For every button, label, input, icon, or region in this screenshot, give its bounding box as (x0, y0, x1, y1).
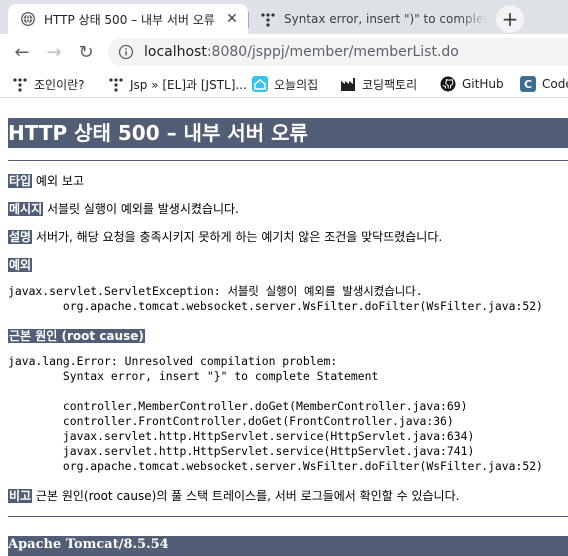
bookmark-label: 오늘의집 (274, 77, 319, 92)
divider (8, 160, 568, 161)
description-row: 설명 서버가, 해당 요청을 충족시키지 못하게 하는 예기치 않은 조건을 맞… (8, 229, 568, 245)
reload-button[interactable]: ↻ (74, 40, 98, 64)
type-label: 타입 (8, 174, 33, 188)
root-cause-label: 근본 원인 (root cause) (8, 329, 145, 343)
server-footer: Apache Tomcat/8.5.54 (8, 536, 568, 556)
bookmark-label: Code (542, 77, 568, 91)
bookmark-item[interactable]: C Code (520, 75, 568, 93)
bookmark-label: 코딩팩토리 (362, 77, 418, 92)
tab-syntax-error[interactable]: Syntax error, insert ")" to complete (250, 4, 488, 34)
bookmark-label: Jsp » [EL]과 [JSTL]... (130, 77, 247, 92)
description-label: 설명 (8, 230, 33, 244)
c-icon: C (520, 76, 536, 92)
browser-toolbar: ← → ↻ localhost:8080/jsppj/member/member… (0, 34, 568, 70)
message-row: 메시지 서블릿 실행이 예외를 발생시켰습니다. (8, 201, 568, 217)
bookmark-item[interactable]: Jsp » [EL]과 [JSTL]... (108, 75, 247, 93)
tab-title: Syntax error, insert ")" to complete (284, 12, 488, 26)
url-path: :8080/jsppj/member/memberList.do (206, 44, 459, 60)
exception-label: 예외 (8, 258, 33, 272)
github-icon (440, 76, 456, 92)
error-page: HTTP 상태 500 – 내부 서버 오류 타입 예외 보고 메시지 서블릿 … (8, 98, 568, 517)
url-host: localhost (144, 44, 207, 60)
info-icon[interactable] (118, 44, 134, 60)
type-row: 타입 예외 보고 (8, 173, 568, 189)
house-icon (252, 76, 268, 92)
tab-error-page[interactable]: HTTP 상태 500 – 내부 서버 오류 ✕ (8, 4, 248, 34)
dots-icon (260, 11, 276, 27)
exception-trace: javax.servlet.ServletException: 서블릿 실행이 … (8, 284, 543, 313)
tab-separator (248, 12, 249, 28)
factory-icon (340, 76, 356, 92)
bookmark-item[interactable]: GitHub (440, 75, 504, 93)
divider (8, 516, 568, 517)
dots-icon (12, 76, 28, 92)
tab-title: HTTP 상태 500 – 내부 서버 오류 (44, 12, 215, 27)
page-title: HTTP 상태 500 – 내부 서버 오류 (8, 118, 568, 148)
back-button[interactable]: ← (10, 40, 34, 64)
message-label: 메시지 (8, 202, 44, 216)
root-cause-trace: java.lang.Error: Unresolved compilation … (8, 354, 543, 473)
new-tab-button[interactable]: + (496, 5, 524, 33)
note-label: 비고 (8, 489, 33, 503)
tab-strip: HTTP 상태 500 – 내부 서버 오류 ✕ Syntax error, i… (0, 0, 568, 34)
globe-icon (20, 11, 36, 27)
forward-button[interactable]: → (42, 40, 66, 64)
note-value: 근본 원인(root cause)의 풀 스택 트레이스를, 서버 로그들에서 … (35, 489, 460, 503)
bookmark-label: GitHub (462, 77, 504, 91)
bookmark-item[interactable]: 오늘의집 (252, 75, 318, 93)
type-value: 예외 보고 (35, 174, 84, 188)
bookmark-label: 조인이란? (34, 77, 85, 92)
description-value: 서버가, 해당 요청을 충족시키지 못하게 하는 예기치 않은 조건을 맞닥뜨렸… (35, 230, 443, 244)
note-row: 비고 근본 원인(root cause)의 풀 스택 트레이스를, 서버 로그들… (8, 488, 568, 504)
message-value: 서블릿 실행이 예외를 발생시켰습니다. (46, 202, 239, 216)
bookmark-item[interactable]: 조인이란? (12, 75, 85, 93)
close-tab-icon[interactable]: ✕ (224, 11, 240, 27)
exception-row: 예외 (8, 257, 568, 273)
bookmarks-bar: 조인이란? Jsp » [EL]과 [JSTL]... 오늘의집 코딩팩토리 G… (0, 70, 568, 98)
dots-icon (108, 76, 124, 92)
root-cause-row: 근본 원인 (root cause) (8, 328, 568, 344)
address-bar[interactable]: localhost:8080/jsppj/member/memberList.d… (108, 38, 568, 66)
svg-text:C: C (524, 78, 532, 91)
bookmark-item[interactable]: 코딩팩토리 (340, 75, 417, 93)
